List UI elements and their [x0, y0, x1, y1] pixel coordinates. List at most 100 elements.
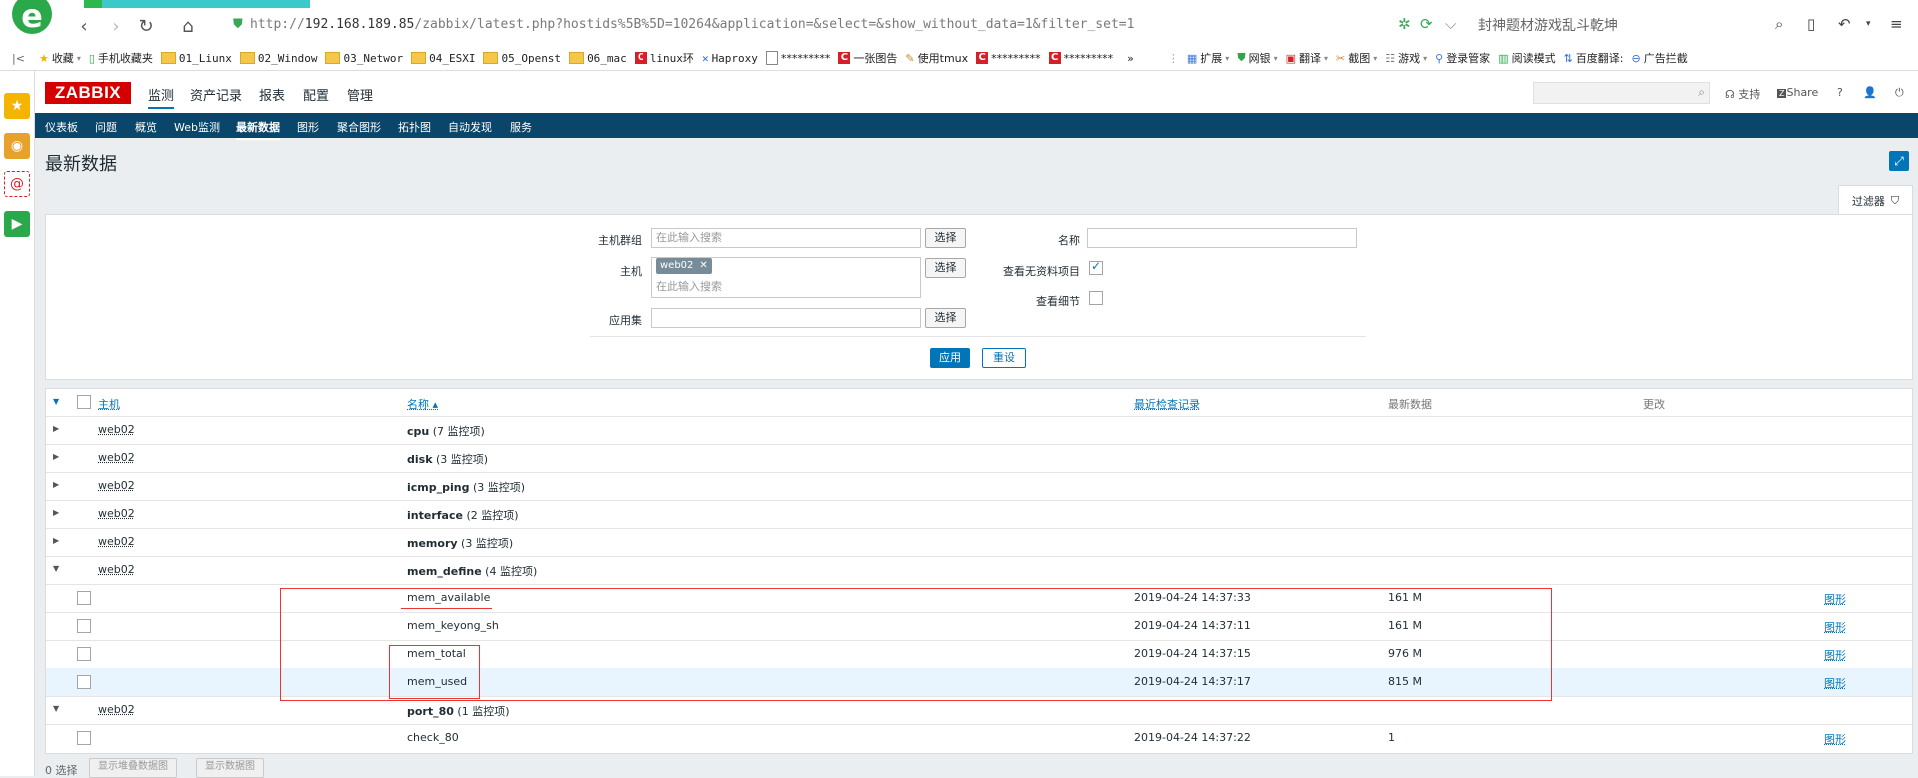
host-group-select-button[interactable]: 选择 [925, 228, 966, 248]
reload-icon[interactable]: ↻ [134, 14, 158, 38]
item-checkbox[interactable] [77, 731, 91, 745]
graph-link[interactable]: 图形 [1824, 731, 1846, 747]
bookmark-link[interactable]: C ********* [976, 52, 1041, 65]
menu-configuration[interactable]: 配置 [303, 85, 329, 104]
expand-icon[interactable]: ▶ [53, 508, 59, 517]
bookmark-folder[interactable]: 05_Openst [483, 52, 561, 65]
subnav-overview[interactable]: 概览 [135, 119, 157, 135]
item-checkbox[interactable] [77, 619, 91, 633]
host-link[interactable]: web02 [98, 479, 135, 492]
expand-icon[interactable]: ▶ [53, 536, 59, 545]
expand-icon[interactable]: ▶ [53, 452, 59, 461]
bookmark-favorites[interactable]: ★ 收藏 ▾ [39, 50, 81, 66]
mail-icon[interactable]: @ [4, 171, 30, 197]
video-icon[interactable]: ▶ [4, 211, 30, 237]
bookmark-link[interactable]: C 一张图告 [838, 50, 897, 66]
forward-icon[interactable]: › [104, 14, 128, 38]
expand-icon[interactable]: ▶ [53, 424, 59, 433]
back-icon[interactable]: ‹ [72, 14, 96, 38]
header-host[interactable]: 主机 [98, 396, 120, 412]
tool-adblock[interactable]: ⊖ 广告拦截 [1632, 50, 1688, 66]
subnav-screens[interactable]: 聚合图形 [337, 119, 381, 135]
user-profile-icon[interactable]: 👤 [1863, 86, 1877, 99]
speed-plugin-icon[interactable]: ⟳ [1420, 15, 1433, 33]
bookmark-icon[interactable]: ▯ [1807, 15, 1815, 33]
collapse-all-icon[interactable]: ▼ [53, 397, 59, 406]
host-link[interactable]: web02 [98, 563, 135, 576]
dropdown-icon[interactable]: ⌵ [1445, 15, 1456, 33]
show-details-checkbox[interactable] [1089, 291, 1103, 305]
tool-games[interactable]: ☷ 游戏 ▾ [1385, 50, 1427, 66]
menu-administration[interactable]: 管理 [347, 85, 373, 104]
host-chip[interactable]: web02 ✕ [656, 258, 712, 274]
subnav-web[interactable]: Web监测 [174, 119, 220, 135]
bookmark-link[interactable]: ✎ 使用tmux [905, 50, 968, 66]
tool-baidu-translate[interactable]: ⇅ 百度翻译: [1564, 50, 1624, 66]
expand-icon[interactable]: ▶ [53, 480, 59, 489]
bookmark-link[interactable]: C ********* [1048, 52, 1113, 65]
menu-monitoring[interactable]: 监测 [148, 85, 175, 109]
reset-button[interactable]: 重设 [982, 348, 1026, 368]
subnav-services[interactable]: 服务 [510, 119, 532, 135]
header-last-check[interactable]: 最近检查记录 [1134, 396, 1200, 412]
host-link[interactable]: web02 [98, 535, 135, 548]
host-link[interactable]: web02 [98, 423, 135, 436]
support-link[interactable]: ☊ 支持 [1725, 86, 1760, 102]
bookmark-mobile[interactable]: ▯ 手机收藏夹 [89, 50, 153, 66]
stacked-graph-button[interactable]: 显示堆叠数据图 [89, 758, 177, 778]
fullscreen-icon[interactable]: ⤢ [1889, 151, 1909, 171]
item-checkbox[interactable] [77, 591, 91, 605]
sidebar-toggle-icon[interactable]: |< [12, 52, 25, 65]
graph-link[interactable]: 图形 [1824, 675, 1846, 691]
graph-link[interactable]: 图形 [1824, 591, 1846, 607]
search-icon[interactable]: ⌕ [1775, 15, 1783, 33]
logout-icon[interactable]: ⏻ [1895, 86, 1904, 100]
application-select-button[interactable]: 选择 [925, 308, 966, 328]
browser-search-text[interactable]: 封神题材游戏乱斗乾坤 [1478, 15, 1618, 35]
collapse-icon[interactable]: ▼ [53, 704, 59, 713]
select-all-checkbox[interactable] [77, 395, 91, 409]
graph-link[interactable]: 图形 [1824, 619, 1846, 635]
tool-extensions[interactable]: ▦ 扩展 ▾ [1187, 50, 1229, 66]
host-group-input[interactable]: 在此输入搜索 [651, 228, 921, 248]
tool-login-manager[interactable]: ⚲ 登录管家 [1435, 50, 1490, 66]
host-link[interactable]: web02 [98, 451, 135, 464]
url-field[interactable]: http://192.168.189.85/zabbix/latest.php?… [250, 17, 1134, 32]
subnav-maps[interactable]: 拓扑图 [398, 119, 431, 135]
bookmark-folder[interactable]: 04_ESXI [411, 52, 475, 65]
host-link[interactable]: web02 [98, 507, 135, 520]
refresh-plugin-icon[interactable]: ✲ [1398, 15, 1411, 33]
collapse-icon[interactable]: ▼ [53, 564, 59, 573]
undo-dropdown-icon[interactable]: ▾ [1866, 19, 1871, 29]
subnav-problems[interactable]: 问题 [95, 119, 117, 135]
subnav-latest-data[interactable]: 最新数据 [236, 119, 280, 140]
bookmark-folder[interactable]: 02_Window [239, 52, 317, 65]
zabbix-logo[interactable]: ZABBIX [45, 82, 131, 104]
help-icon[interactable]: ? [1837, 86, 1843, 99]
host-link[interactable]: web02 [98, 703, 135, 716]
subnav-discovery[interactable]: 自动发现 [448, 119, 492, 135]
bookmark-link[interactable]: ✕ Haproxy [702, 52, 758, 65]
remove-chip-icon[interactable]: ✕ [699, 258, 707, 274]
menu-reports[interactable]: 报表 [259, 85, 285, 104]
bookmark-folder[interactable]: 03_Networ [325, 52, 403, 65]
menu-inventory[interactable]: 资产记录 [190, 85, 242, 104]
global-search-input[interactable]: ⌕ [1533, 82, 1710, 104]
tool-bank[interactable]: ⛊ 网银 ▾ [1237, 50, 1277, 66]
show-without-data-checkbox[interactable] [1089, 259, 1103, 275]
bookmark-link[interactable]: Clinux环 [634, 50, 694, 66]
item-checkbox[interactable] [77, 675, 91, 689]
bookmark-overflow[interactable]: » [1127, 52, 1134, 65]
weibo-icon[interactable]: ◉ [4, 133, 30, 159]
share-link[interactable]: Z Share [1777, 86, 1818, 99]
graph-button[interactable]: 显示数据图 [196, 758, 264, 778]
header-name[interactable]: 名称 ▴ [407, 396, 438, 412]
application-input[interactable] [651, 308, 921, 328]
item-checkbox[interactable] [77, 647, 91, 661]
bookmark-folder[interactable]: 01_Liunx [160, 52, 232, 65]
subnav-dashboard[interactable]: 仪表板 [45, 119, 78, 135]
graph-link[interactable]: 图形 [1824, 647, 1846, 663]
tool-translate[interactable]: ▣ 翻译 ▾ [1286, 50, 1328, 66]
filter-tab[interactable]: 过滤器 ⛉ [1838, 185, 1913, 216]
tool-screenshot[interactable]: ✂ 截图 ▾ [1336, 50, 1377, 66]
